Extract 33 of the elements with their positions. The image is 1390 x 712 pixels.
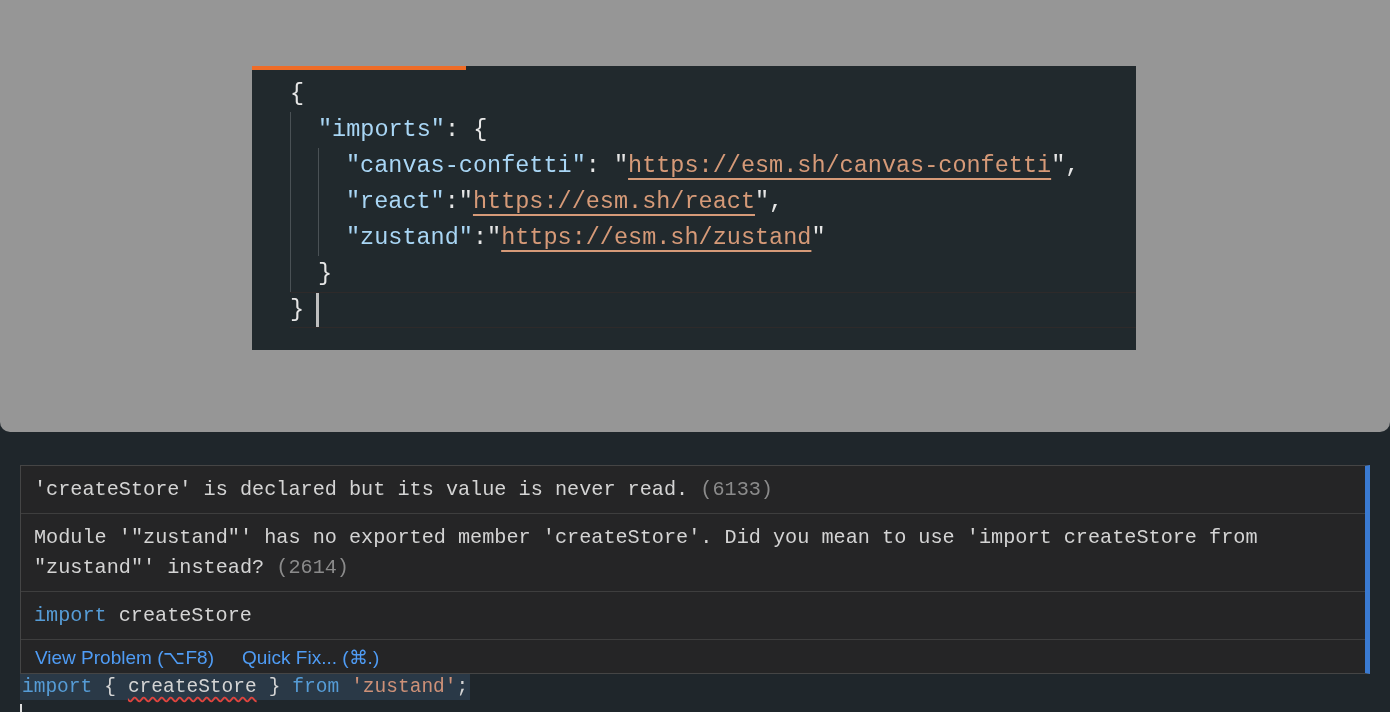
problem-message: Module '"zustand"' has no exported member 'createStore'. Did you mean to use 'import createStore from "zustand"' instead? (2614) bbox=[34, 525, 1259, 581]
code-text: { bbox=[104, 676, 116, 698]
error-identifier: createStore bbox=[127, 676, 257, 698]
text-cursor bbox=[316, 293, 320, 327]
code-keyword: import bbox=[34, 603, 107, 629]
code-punctuation: :" bbox=[444, 187, 473, 217]
code-punctuation: " bbox=[811, 223, 826, 253]
code-keyword: from bbox=[292, 676, 340, 698]
action-link[interactable]: View Problem (⌥F8) bbox=[35, 646, 214, 669]
code-punctuation: : { bbox=[444, 115, 488, 145]
code-keyword: import bbox=[22, 676, 93, 698]
code-string: 'zustand' bbox=[351, 676, 457, 698]
json-key: "imports" bbox=[318, 112, 445, 148]
url-link[interactable]: https://esm.sh/canvas-confetti bbox=[628, 148, 1052, 184]
json-key: "zustand" bbox=[346, 220, 473, 256]
code-punctuation: :" bbox=[472, 223, 502, 253]
action-link[interactable]: Quick Fix... (⌘.) bbox=[242, 646, 380, 669]
editor-tab-indicator[interactable] bbox=[252, 66, 466, 70]
problem-message: 'createStore' is declared but its value is never read. (6133) bbox=[34, 477, 773, 503]
code-punctuation: ", bbox=[1051, 151, 1080, 181]
code-punctuation: ; bbox=[456, 676, 469, 698]
code-punctuation: : " bbox=[585, 151, 629, 181]
json-key: "react" bbox=[346, 184, 445, 220]
code-punctuation: { bbox=[290, 79, 305, 109]
url-link[interactable]: https://esm.sh/react bbox=[472, 184, 755, 220]
code-punctuation: } bbox=[290, 295, 305, 325]
url-link[interactable]: https://esm.sh/zustand bbox=[501, 220, 812, 256]
code-punctuation: ", bbox=[755, 187, 784, 217]
code-text: } bbox=[268, 676, 281, 698]
json-key: "canvas-confetti" bbox=[346, 148, 586, 184]
code-punctuation: } bbox=[318, 259, 333, 289]
text-cursor bbox=[20, 704, 22, 712]
code-text: createStore bbox=[118, 603, 252, 629]
